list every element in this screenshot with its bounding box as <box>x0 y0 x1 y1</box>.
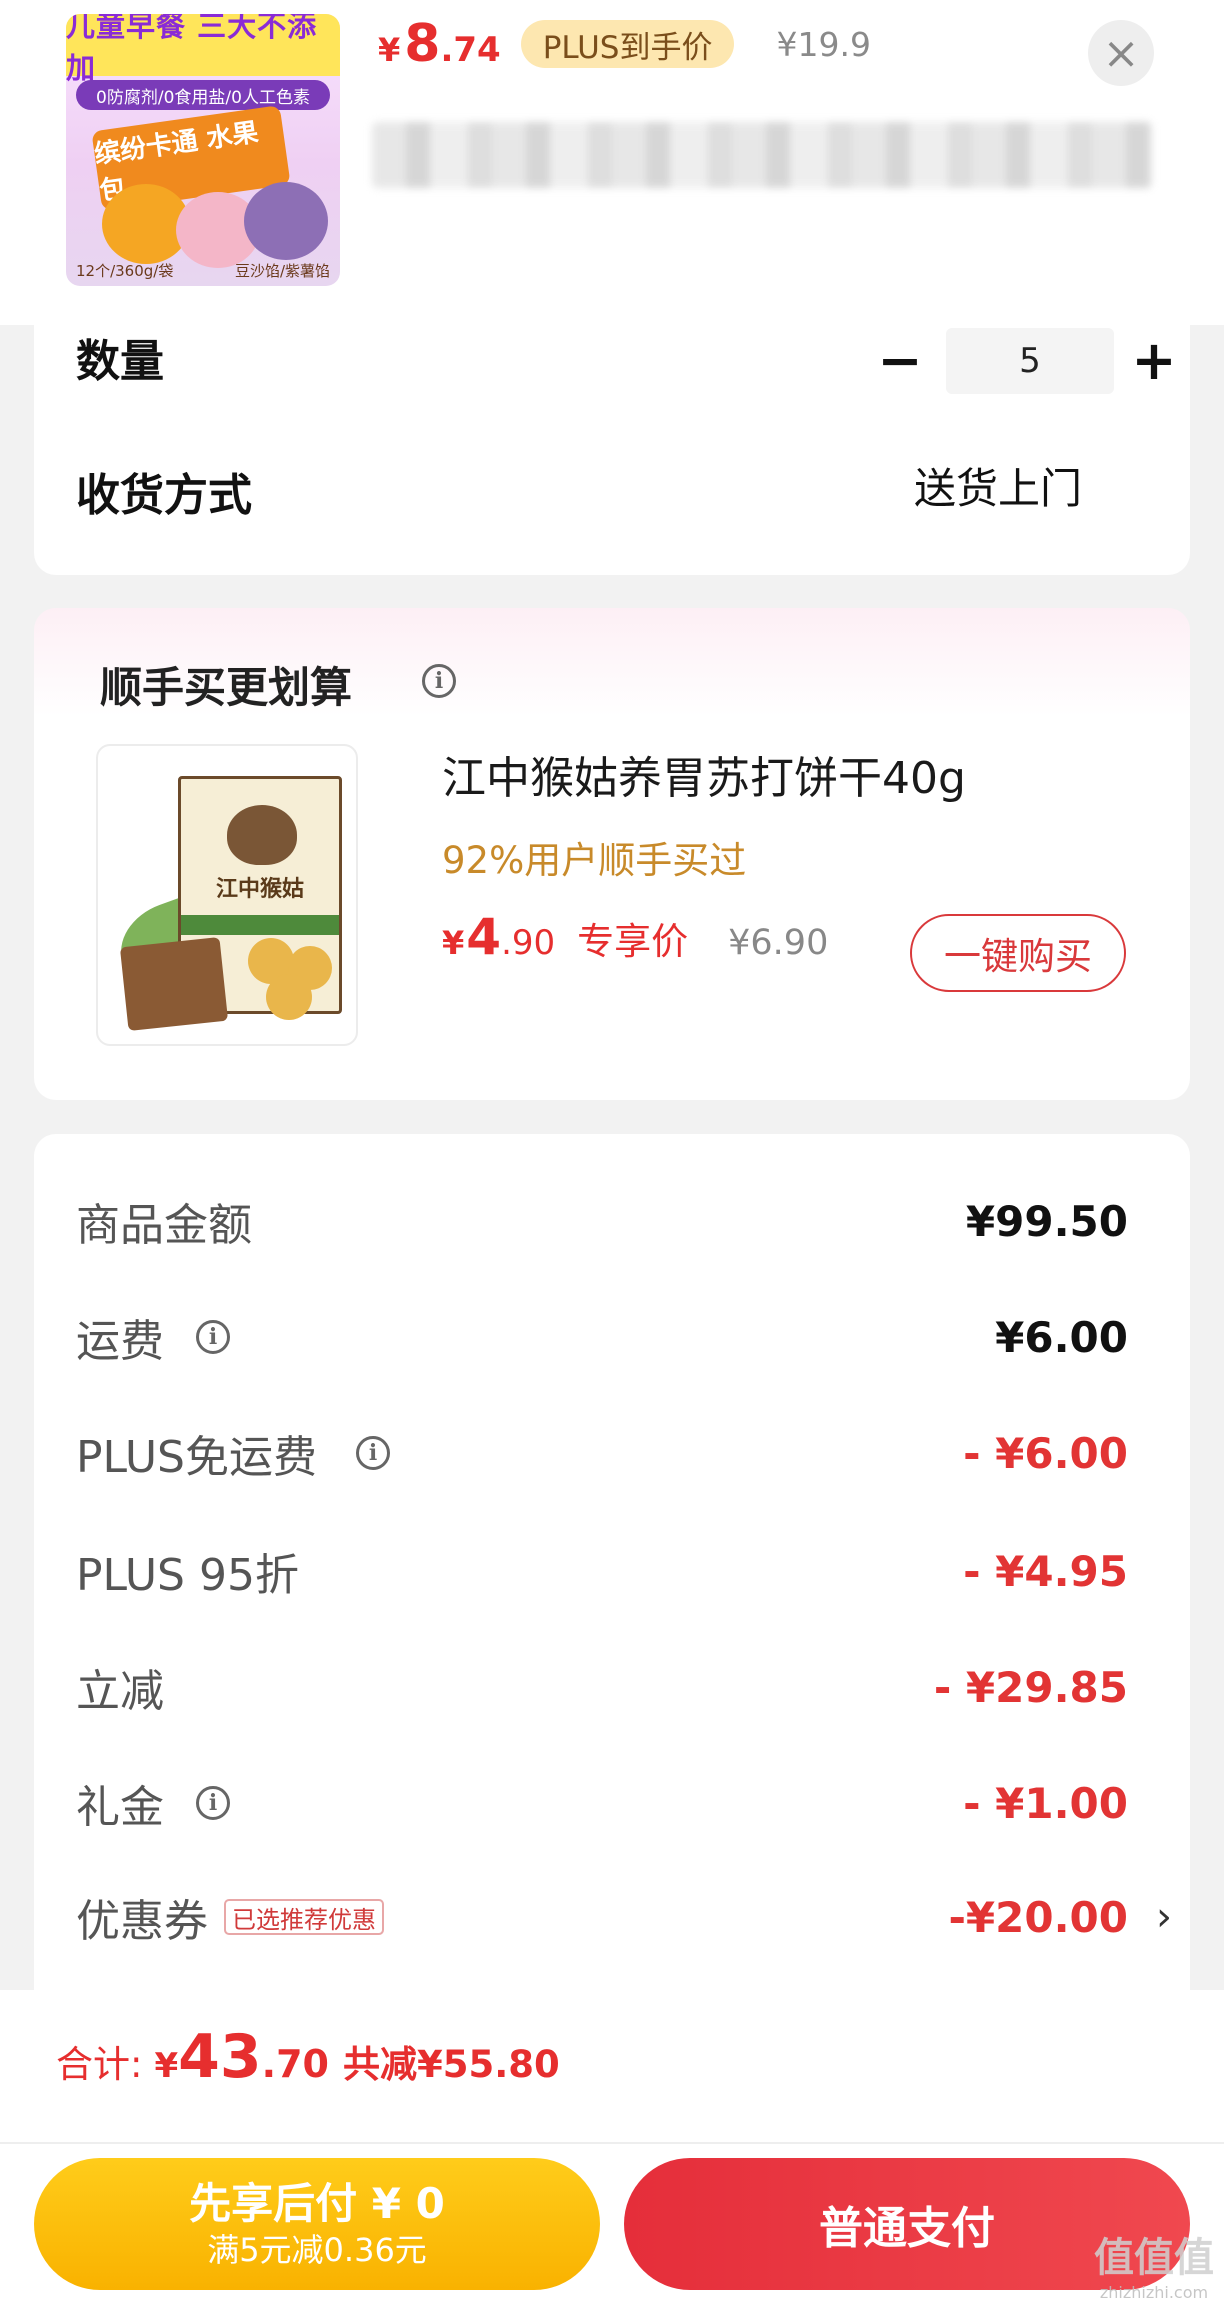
exclusive-price-label: 专享价 <box>577 920 689 963</box>
summary-row-subtotal: 商品金额 ¥99.50 <box>34 1186 1190 1256</box>
price-decimal: .90 <box>501 923 556 963</box>
summary-value: - ¥1.00 <box>963 1778 1128 1828</box>
quantity-input[interactable]: 5 <box>946 328 1114 394</box>
thumbnail-banner: 儿童早餐 三大不添加 <box>66 14 340 85</box>
info-icon[interactable]: i <box>356 1436 390 1470</box>
info-glyph: i <box>208 1324 218 1350</box>
site-watermark: 值值值 zhizhizhi.com <box>1094 2225 1214 2302</box>
addon-price-row: ¥ 4 .90 专享价 ¥6.90 <box>442 908 828 978</box>
summary-value: ¥6.00 <box>995 1312 1128 1362</box>
addon-section-title: 顺手买更划算 <box>100 663 353 712</box>
biscuit-illustration <box>266 974 312 1020</box>
product-thumbnail[interactable]: 儿童早餐 三大不添加 0防腐剂/0食用盐/0人工色素 缤纷卡通 水果包 12个/… <box>66 14 340 286</box>
info-glyph: i <box>434 668 444 694</box>
delivery-method-label: 收货方式 <box>76 470 252 521</box>
watermark-url: zhizhizhi.com <box>1099 2283 1209 2302</box>
addon-original-price: ¥6.90 <box>728 923 829 963</box>
order-total-row: 合计: ¥ 43 .70 共减¥55.80 <box>56 2022 560 2112</box>
summary-row-coupon[interactable]: 优惠券 已选推荐优惠 -¥20.00 › <box>34 1882 1190 1952</box>
info-icon[interactable]: i <box>196 1786 230 1820</box>
currency-symbol: ¥ <box>378 31 401 69</box>
quantity-increase-button[interactable]: + <box>1124 331 1184 391</box>
summary-row-instant-discount: 立减 - ¥29.85 <box>34 1652 1190 1722</box>
plus-price: ¥ 8 .74 <box>378 14 501 74</box>
summary-row-plus-discount: PLUS 95折 - ¥4.95 <box>34 1536 1190 1606</box>
currency-symbol: ¥ <box>442 924 465 962</box>
summary-row-gift-money: 礼金 i - ¥1.00 <box>34 1768 1190 1838</box>
price-integer: 4 <box>466 908 502 966</box>
order-options-card: 数量 − 5 + 收货方式 送货上门 <box>34 325 1190 575</box>
one-click-buy-button[interactable]: 一键购买 <box>910 914 1126 992</box>
product-price-row: ¥ 8 .74 PLUS到手价 ¥19.9 <box>378 14 871 74</box>
delivery-method-value[interactable]: 送货上门 <box>914 455 1082 516</box>
summary-label: 优惠券 已选推荐优惠 <box>76 1882 384 1952</box>
order-summary-card: 商品金额 ¥99.50 运费 i ¥6.00 PLUS免运费 i - ¥6.00… <box>34 1134 1190 2014</box>
summary-row-plus-free-shipping: PLUS免运费 i - ¥6.00 <box>34 1418 1190 1488</box>
info-glyph: i <box>208 1790 218 1816</box>
currency-symbol: ¥ <box>154 2046 179 2086</box>
addon-price: ¥ 4 .90 <box>442 908 555 966</box>
thumbnail-subbanner: 0防腐剂/0食用盐/0人工色素 <box>76 80 330 110</box>
addon-social-proof: 92%用户顺手买过 <box>442 839 747 882</box>
total-savings: 共减¥55.80 <box>342 2043 560 2086</box>
monkey-logo-illustration <box>227 805 297 865</box>
summary-label: PLUS免运费 <box>76 1432 317 1483</box>
biscuit-pack-illustration <box>119 937 229 1031</box>
summary-row-shipping: 运费 i ¥6.00 <box>34 1302 1190 1372</box>
product-header: 儿童早餐 三大不添加 0防腐剂/0食用盐/0人工色素 缤纷卡通 水果包 12个/… <box>0 0 1224 325</box>
divider <box>0 2142 1224 2144</box>
bun-illustration <box>244 182 328 260</box>
info-glyph: i <box>368 1440 378 1466</box>
summary-value: ¥99.50 <box>965 1196 1128 1246</box>
addon-product-image[interactable]: 江中猴姑 <box>96 744 358 1046</box>
total-amount: ¥ 43 .70 <box>154 2022 329 2092</box>
summary-label: 立减 <box>76 1666 164 1717</box>
total-decimal: .70 <box>261 2042 329 2086</box>
pay-later-button[interactable]: 先享后付 ¥ 0 满5元减0.36元 <box>34 2158 600 2290</box>
minus-icon: − <box>877 329 923 392</box>
quantity-decrease-button[interactable]: − <box>870 331 930 391</box>
plus-icon: + <box>1131 329 1177 392</box>
addon-card: 顺手买更划算 i 江中猴姑 江中猴姑养胃苏打饼干40g 92%用户顺手买过 ¥ … <box>34 608 1190 1100</box>
summary-value: -¥20.00 <box>948 1892 1128 1942</box>
summary-label: PLUS 95折 <box>76 1550 299 1601</box>
price-decimal: .74 <box>440 30 501 70</box>
thumbnail-footer-left: 12个/360g/袋 <box>76 262 174 280</box>
box-stripe <box>181 915 339 935</box>
plus-price-tag: PLUS到手价 <box>520 20 735 68</box>
coupon-label: 优惠券 <box>76 1896 208 1947</box>
box-label: 江中猴姑 <box>215 877 304 902</box>
addon-product-name[interactable]: 江中猴姑养胃苏打饼干40g <box>442 742 966 806</box>
info-icon[interactable]: i <box>196 1320 230 1354</box>
total-integer: 43 <box>178 2022 262 2092</box>
pay-later-promo: 满5元减0.36元 <box>207 2231 427 2270</box>
summary-label: 运费 <box>76 1316 164 1367</box>
summary-label: 商品金额 <box>76 1200 252 1251</box>
coupon-recommended-tag: 已选推荐优惠 <box>224 1899 384 1935</box>
close-icon: × <box>1102 27 1140 79</box>
thumbnail-footer-right: 豆沙馅/紫薯馅 <box>234 262 330 280</box>
watermark-logo: 值值值 <box>1094 2235 1214 2281</box>
summary-label: 礼金 <box>76 1782 164 1833</box>
summary-value: - ¥6.00 <box>963 1428 1128 1478</box>
product-title-blurred <box>372 122 1152 188</box>
price-integer: 8 <box>404 14 441 74</box>
summary-value: - ¥4.95 <box>963 1546 1128 1596</box>
info-icon[interactable]: i <box>422 664 456 698</box>
pay-later-label: 先享后付 ¥ 0 <box>189 2178 445 2228</box>
quantity-label: 数量 <box>76 336 164 387</box>
thumbnail-footer: 12个/360g/袋 豆沙馅/紫薯馅 <box>66 260 340 282</box>
payment-bar: 合计: ¥ 43 .70 共减¥55.80 先享后付 ¥ 0 满5元减0.36元… <box>0 1990 1224 2306</box>
chevron-right-icon[interactable]: › <box>1156 1882 1172 1952</box>
total-label: 合计: <box>56 2043 143 2086</box>
summary-value: - ¥29.85 <box>933 1662 1128 1712</box>
original-price: ¥19.9 <box>776 24 871 64</box>
close-button[interactable]: × <box>1088 20 1154 86</box>
